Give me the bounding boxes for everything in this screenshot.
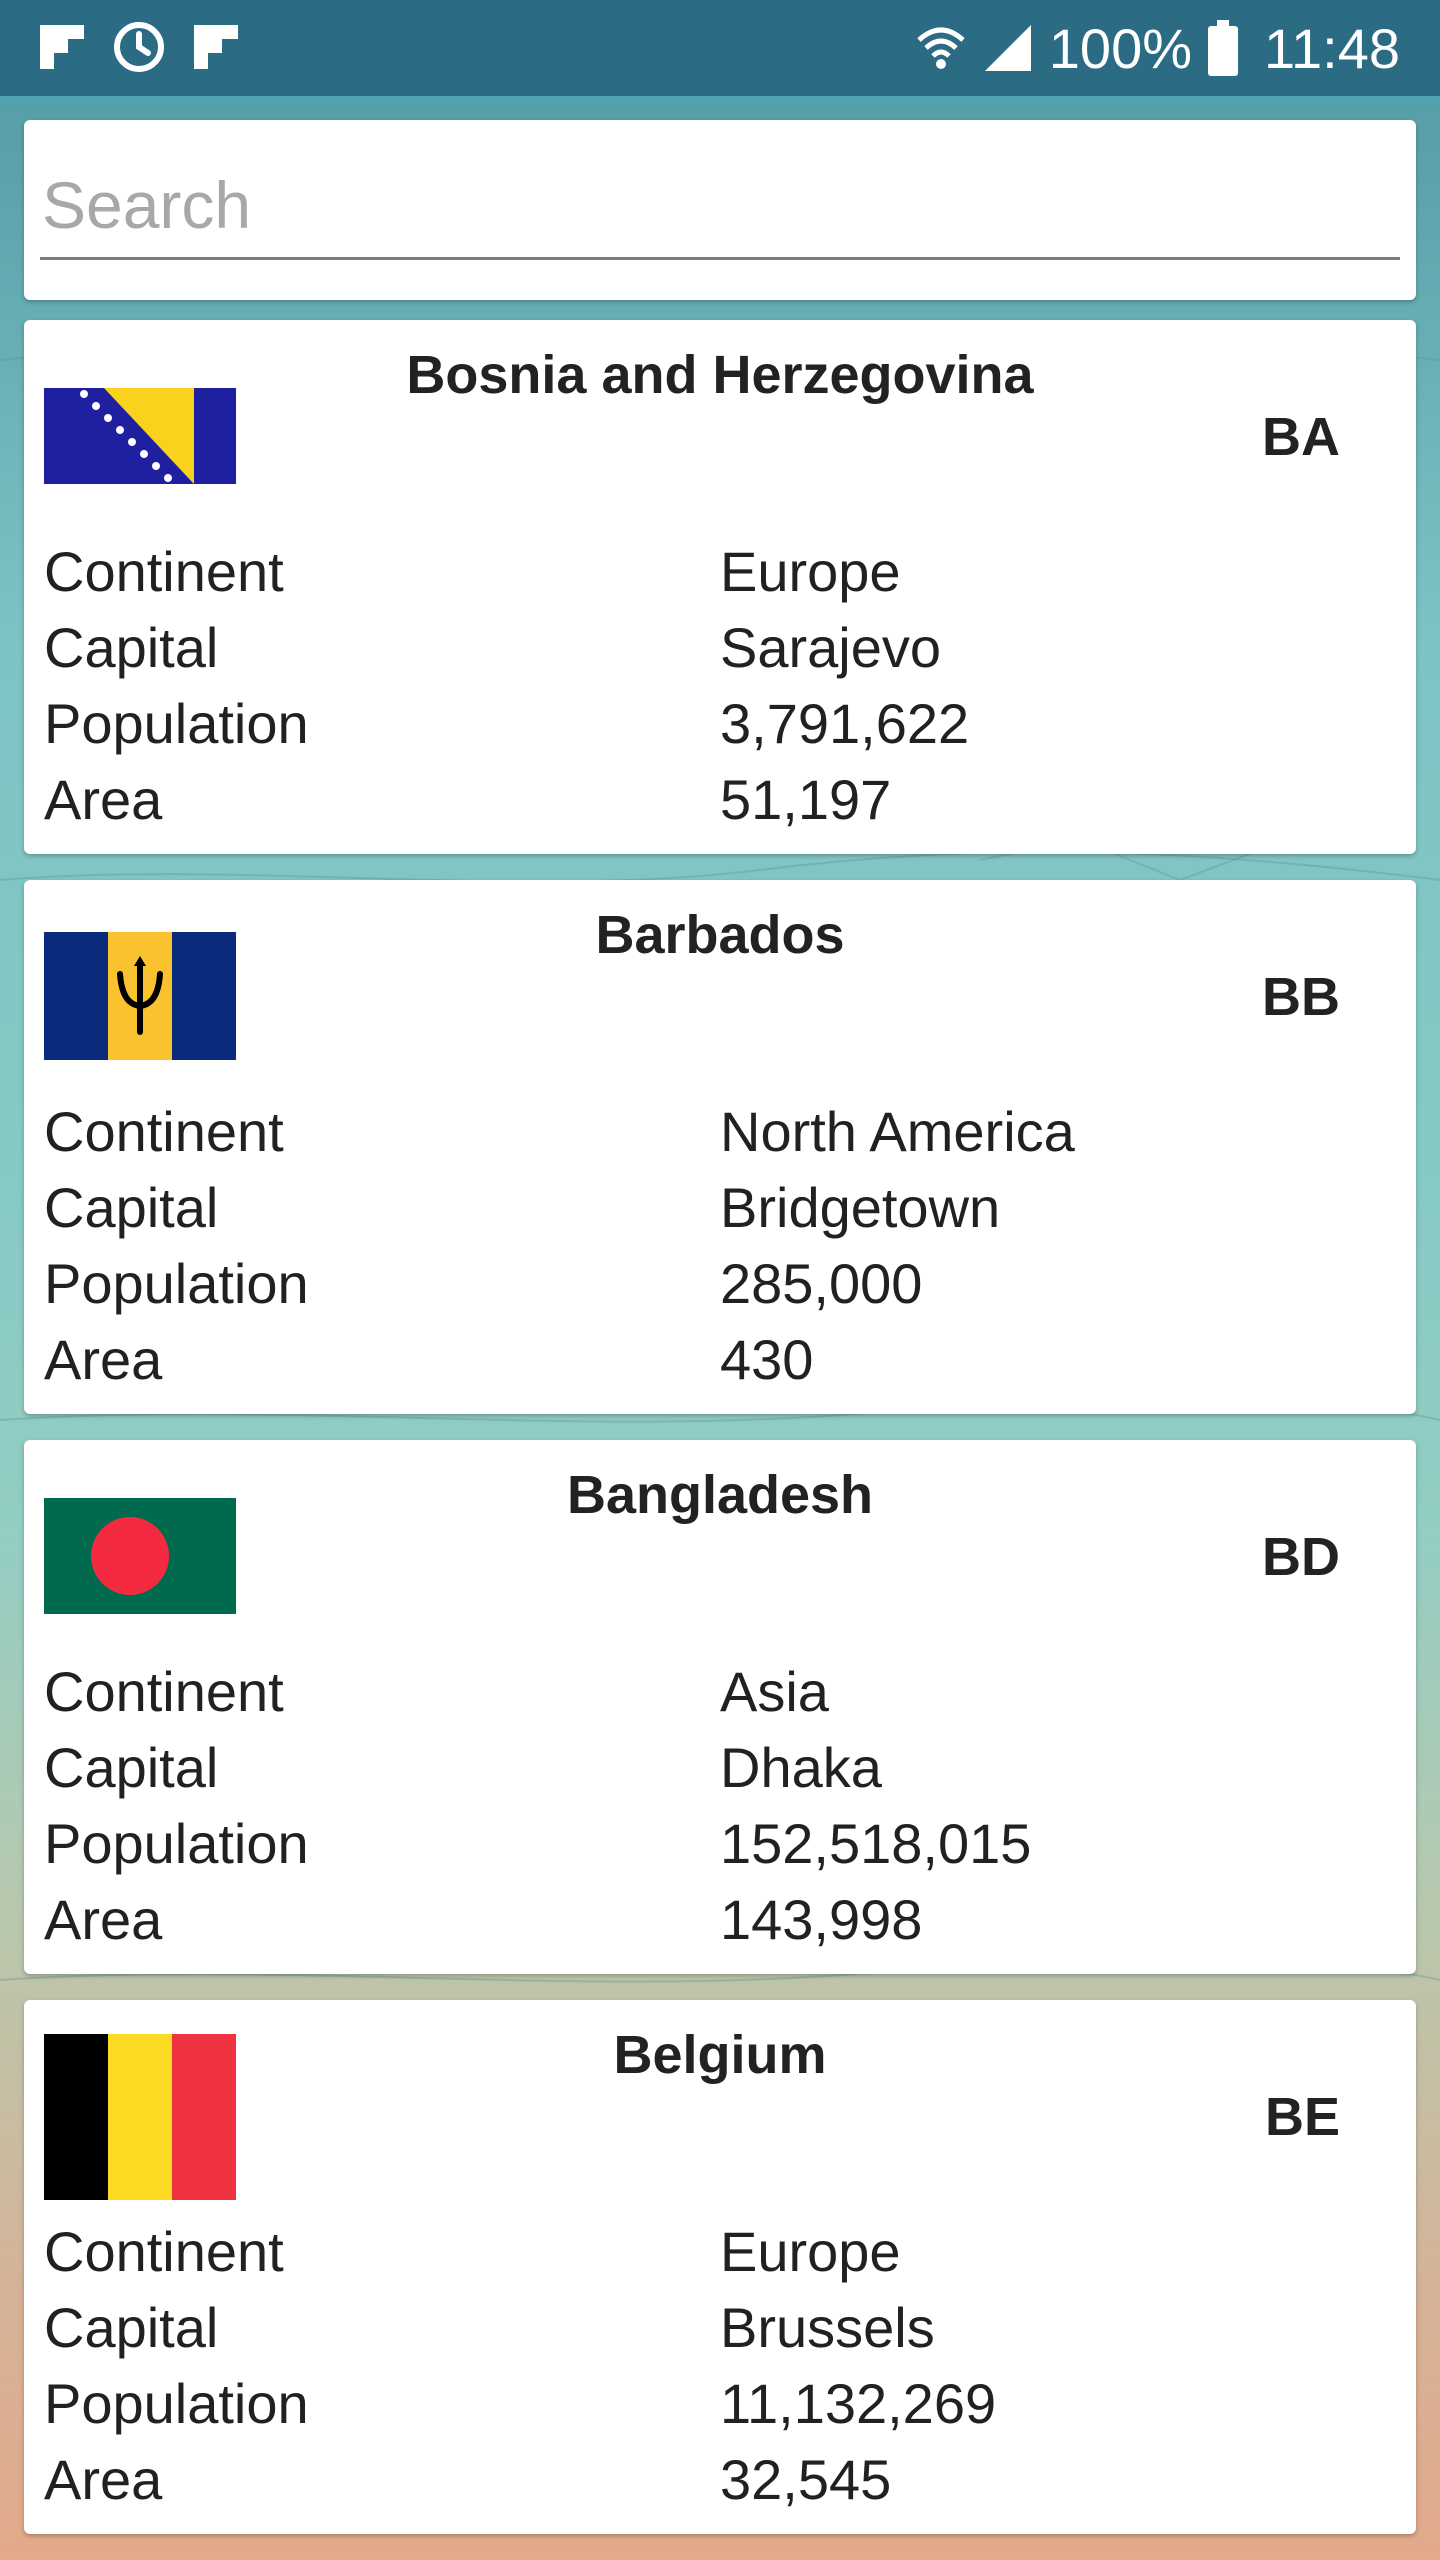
population-row: Population 152,518,015 (44, 1806, 1396, 1882)
continent-row: Continent Europe (44, 534, 1396, 610)
population-value: 11,132,269 (720, 2372, 997, 2435)
population-value: 285,000 (720, 1252, 923, 1315)
area-label: Area (44, 2448, 163, 2511)
clock: 11:48 (1264, 16, 1400, 80)
population-row: Population 285,000 (44, 1246, 1396, 1322)
status-bar: 100% 11:48 (0, 0, 1440, 104)
area-label: Area (44, 1888, 163, 1951)
continent-label: Continent (44, 540, 284, 603)
capital-value: Dhaka (720, 1736, 882, 1799)
area-row: Area 32,545 (44, 2442, 1396, 2518)
country-card[interactable]: Bangladesh BD Continent Asia Capital Dha… (24, 1440, 1416, 1974)
continent-label: Continent (44, 1660, 284, 1723)
area-value: 143,998 (720, 1888, 923, 1951)
population-value: 3,791,622 (720, 692, 970, 755)
continent-value: Europe (720, 540, 901, 603)
country-name: Belgium (613, 2025, 827, 2085)
country-card[interactable]: Belgium BE Continent Europe Capital Brus… (24, 2000, 1416, 2534)
continent-row: Continent Asia (44, 1654, 1396, 1730)
country-code: BB (1262, 967, 1340, 1027)
search-input[interactable] (40, 160, 1400, 260)
capital-row: Capital Sarajevo (44, 610, 1396, 686)
flipboard-icon (40, 25, 84, 69)
area-value: 430 (720, 1328, 814, 1391)
area-value: 51,197 (720, 768, 892, 831)
population-label: Population (44, 2372, 309, 2435)
area-label: Area (44, 768, 163, 831)
population-row: Population 3,791,622 (44, 686, 1396, 762)
signal-icon (984, 25, 1031, 71)
population-row: Population 11,132,269 (44, 2366, 1396, 2442)
area-row: Area 143,998 (44, 1882, 1396, 1958)
continent-label: Continent (44, 1100, 284, 1163)
capital-label: Capital (44, 1176, 219, 1239)
capital-label: Capital (44, 1736, 219, 1799)
capital-row: Capital Dhaka (44, 1730, 1396, 1806)
country-card[interactable]: Barbados BB Continent North America Capi… (24, 880, 1416, 1414)
country-code: BA (1262, 407, 1340, 467)
country-name: Barbados (595, 905, 845, 965)
battery-icon (1208, 20, 1239, 76)
capital-label: Capital (44, 616, 219, 679)
population-label: Population (44, 1812, 309, 1875)
capital-label: Capital (44, 2296, 219, 2359)
country-code: BD (1262, 1527, 1340, 1587)
country-card[interactable]: Bosnia and Herzegovina BA Continent Euro… (24, 320, 1416, 854)
country-name: Bosnia and Herzegovina (406, 345, 1034, 405)
capital-row: Capital Bridgetown (44, 1170, 1396, 1246)
country-code: BE (1264, 2087, 1340, 2147)
battery-percent: 100% (1048, 16, 1193, 80)
continent-row: Continent Europe (44, 2214, 1396, 2290)
flipboard-icon (194, 25, 238, 69)
area-value: 32,545 (720, 2448, 892, 2511)
population-value: 152,518,015 (720, 1812, 1032, 1875)
continent-value: North America (720, 1100, 1075, 1163)
continent-value: Europe (720, 2220, 901, 2283)
country-name: Bangladesh (566, 1465, 874, 1525)
continent-row: Continent North America (44, 1094, 1396, 1170)
continent-value: Asia (720, 1660, 829, 1723)
capital-value: Bridgetown (720, 1176, 1001, 1239)
sync-icon (114, 22, 164, 72)
area-label: Area (44, 1328, 163, 1391)
capital-value: Brussels (720, 2296, 935, 2359)
capital-row: Capital Brussels (44, 2290, 1396, 2366)
area-row: Area 430 (44, 1322, 1396, 1398)
search-bar (24, 120, 1416, 300)
capital-value: Sarajevo (720, 616, 942, 679)
area-row: Area 51,197 (44, 762, 1396, 838)
wifi-icon (917, 27, 965, 69)
continent-label: Continent (44, 2220, 284, 2283)
population-label: Population (44, 692, 309, 755)
population-label: Population (44, 1252, 309, 1315)
